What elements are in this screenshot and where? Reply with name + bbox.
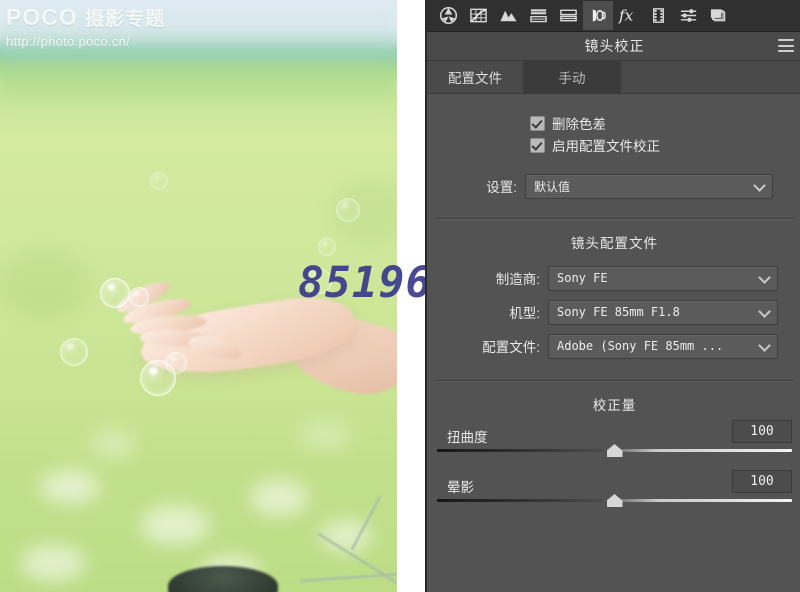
lens-profile-title: 镜头配置文件 — [571, 236, 658, 251]
setup-value: 默认值 — [534, 179, 571, 194]
snapshots-icon[interactable] — [703, 1, 733, 30]
bubble — [336, 198, 360, 222]
bokeh-blob — [300, 420, 350, 450]
vignetting-knob[interactable] — [606, 494, 623, 507]
make-label: 制造商: — [495, 272, 540, 287]
split-tone-icon[interactable] — [523, 1, 553, 30]
svg-text:fx: fx — [618, 7, 634, 25]
make-value: Sony FE — [557, 271, 608, 285]
chevron-down-icon[interactable] — [760, 341, 770, 351]
checkbox-label: 删除色差 — [552, 117, 606, 132]
field-profile: 配置文件: Adobe (Sony FE 85mm ... — [427, 333, 800, 359]
chevron-down-icon[interactable] — [760, 273, 770, 283]
bubble — [318, 238, 336, 256]
vignetting-value[interactable]: 100 — [732, 470, 792, 493]
bokeh-blob — [90, 430, 136, 458]
bokeh-blob — [140, 505, 210, 545]
distortion-knob[interactable] — [606, 444, 623, 457]
field-model: 机型: Sony FE 85mm F1.8 — [427, 299, 800, 325]
bokeh-blob — [0, 250, 90, 320]
panel-tabs[interactable]: 配置文件 手动 — [427, 61, 800, 94]
profile-label: 配置文件: — [482, 340, 540, 355]
chevron-down-icon[interactable] — [755, 181, 765, 191]
foreground-object — [168, 566, 278, 592]
correction-amount-title: 校正量 — [592, 398, 637, 413]
chevron-down-icon[interactable] — [760, 307, 770, 317]
profile-select[interactable]: Adobe (Sony FE 85mm ... — [548, 333, 778, 359]
field-make: 制造商: Sony FE — [427, 265, 800, 291]
lens-correction-icon[interactable] — [583, 1, 613, 30]
field-setup: 设置: 默认值 — [427, 173, 800, 199]
basic-icon[interactable] — [433, 1, 463, 30]
tabs-filler — [621, 61, 800, 93]
bubble — [60, 338, 88, 366]
model-select[interactable]: Sony FE 85mm F1.8 — [548, 299, 778, 325]
setup-label: 设置: — [486, 180, 517, 195]
railing-bar — [300, 572, 397, 583]
model-label: 机型: — [509, 306, 540, 321]
bokeh-blob — [20, 545, 86, 581]
distortion-label: 扭曲度 — [447, 430, 488, 445]
bubble — [165, 352, 187, 374]
serial-number-overlay: 851969 — [298, 258, 425, 308]
panel-titlebar: 镜头校正 — [427, 32, 800, 61]
bubble — [150, 172, 168, 190]
checkbox-row-enable-profile-corrections[interactable]: 启用配置文件校正 — [427, 134, 800, 156]
hsl-icon[interactable] — [493, 1, 523, 30]
bubble — [100, 278, 130, 308]
vignetting-label: 晕影 — [447, 480, 474, 495]
make-select[interactable]: Sony FE — [548, 265, 778, 291]
distortion-value[interactable]: 100 — [732, 420, 792, 443]
slider-distortion[interactable]: 扭曲度 100 — [437, 418, 792, 464]
hamburger-icon[interactable] — [778, 39, 794, 52]
calibration-icon[interactable] — [643, 1, 673, 30]
lens-correction-panel: fx 镜头校正 配置文件 手动 删除色差 启用配置文件校正 设置: 默认值 镜头… — [425, 0, 800, 592]
detail-icon[interactable] — [553, 1, 583, 30]
checkbox-row-remove-chromatic-aberration[interactable]: 删除色差 — [427, 112, 800, 134]
effects-icon[interactable]: fx — [613, 1, 643, 30]
panel-body: 删除色差 启用配置文件校正 设置: 默认值 镜头配置文件 制造商: Sony F… — [427, 112, 800, 514]
slider-vignetting[interactable]: 晕影 100 — [437, 468, 792, 514]
tone-curve-icon[interactable] — [463, 1, 493, 30]
setup-select[interactable]: 默认值 — [525, 173, 773, 199]
photo-editor-window: POCO 摄影专题 http://photo.poco.cn/ 851969 — [0, 0, 800, 592]
tab-manual[interactable]: 手动 — [524, 61, 621, 93]
bubble — [129, 287, 149, 307]
tab-profile[interactable]: 配置文件 — [427, 61, 524, 93]
presets-icon[interactable] — [673, 1, 703, 30]
horizon-band — [0, 0, 397, 110]
panel-toolbar[interactable]: fx — [427, 0, 800, 32]
bokeh-blob — [250, 480, 308, 516]
image-canvas[interactable]: POCO 摄影专题 http://photo.poco.cn/ 851969 — [0, 0, 425, 592]
checkbox-label: 启用配置文件校正 — [552, 139, 660, 154]
checkbox-checked-icon[interactable] — [530, 115, 545, 131]
bokeh-blob — [40, 470, 100, 504]
checkbox-checked-icon[interactable] — [530, 137, 545, 153]
panel-title: 镜头校正 — [584, 38, 645, 54]
model-value: Sony FE 85mm F1.8 — [557, 305, 680, 319]
profile-value: Adobe (Sony FE 85mm ... — [557, 339, 724, 353]
